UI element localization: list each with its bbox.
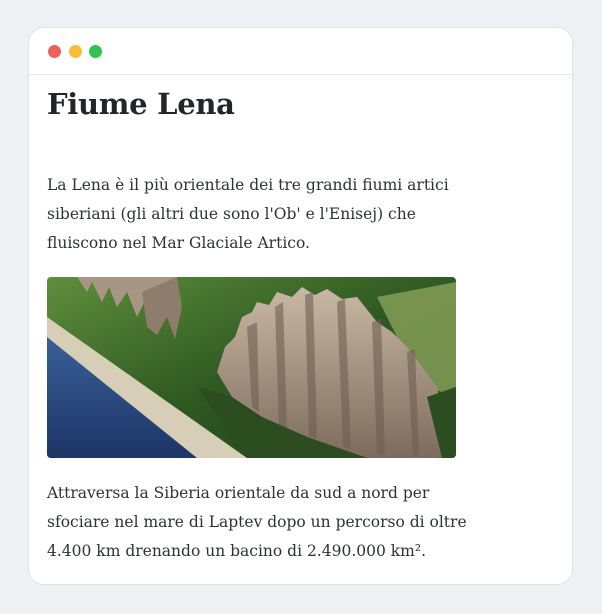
zoom-window-button[interactable] [89,45,102,58]
minimize-window-button[interactable] [69,45,82,58]
intro-paragraph: La Lena è il più orientale dei tre grand… [47,176,449,252]
lena-pillars-photo [47,277,456,458]
browser-window: Fiume Lena La Lena è il più orientale de… [28,27,573,585]
outro-paragraph: Attraversa la Siberia orientale da sud a… [47,484,467,560]
title-bar [29,28,572,75]
close-window-button[interactable] [48,45,61,58]
article-title: Fiume Lena [47,87,235,121]
article: Fiume Lena La Lena è il più orientale de… [47,86,467,560]
